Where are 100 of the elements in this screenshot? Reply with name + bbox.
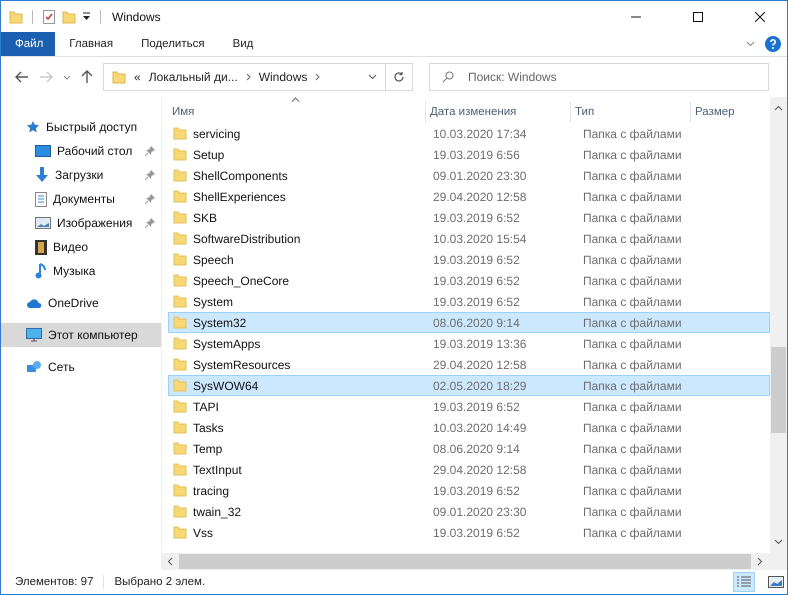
date-cell-text: 10.03.2020 15:54 — [432, 232, 528, 246]
scroll-down-icon[interactable] — [774, 539, 783, 545]
file-row[interactable]: SystemApps 19.03.2019 13:36 Папка с файлами — [168, 333, 770, 354]
desktop-icon — [35, 144, 51, 158]
search-field[interactable]: Поиск: Windows — [429, 63, 769, 91]
file-row[interactable]: Vss 19.03.2019 6:52 Папка с файлами — [168, 522, 770, 543]
folder-icon — [173, 190, 187, 203]
properties-icon[interactable] — [42, 8, 56, 24]
file-row[interactable]: Speech_OneCore 19.03.2019 6:52 Папка с файлами — [168, 270, 770, 291]
sidebar-item[interactable]: Этот компьютер — [1, 323, 161, 347]
ribbon-tab[interactable]: Файл — [1, 32, 56, 56]
file-name: System32 — [193, 316, 246, 330]
breadcrumb-overflow[interactable]: « — [134, 70, 141, 84]
file-name: SKB — [193, 210, 218, 224]
sidebar-item[interactable]: Музыка — [1, 259, 161, 283]
type-cell-text: Папка с файлами — [582, 358, 683, 372]
file-name: tracing — [193, 484, 230, 498]
refresh-button[interactable] — [385, 63, 413, 91]
details-view-button[interactable] — [733, 572, 755, 592]
file-name: Speech_OneCore — [193, 274, 290, 288]
file-name: twain_32 — [193, 504, 242, 518]
folder-icon — [173, 211, 187, 224]
file-row[interactable]: SysWOW64 02.05.2020 18:29 Папка с файлами — [168, 375, 770, 396]
window-title: Windows — [112, 10, 161, 24]
file-row[interactable]: Setup 19.03.2019 6:56 Папка с файлами — [168, 144, 770, 165]
chevron-down-icon[interactable] — [368, 74, 377, 80]
file-row[interactable]: ShellComponents 09.01.2020 23:30 Папка с файлами — [168, 165, 770, 186]
file-row[interactable]: System 19.03.2019 6:52 Папка с файлами — [168, 291, 770, 312]
cloud-icon — [26, 298, 42, 308]
file-row[interactable]: tracing 19.03.2019 6:52 Папка с файлами — [168, 480, 770, 501]
folder-icon — [173, 295, 187, 308]
type-cell-text: Папка с файлами — [582, 462, 683, 476]
sidebar-item[interactable]: Видео — [1, 235, 161, 259]
file-row[interactable]: Temp 08.06.2020 9:14 Папка с файлами — [168, 438, 770, 459]
up-arrow-icon[interactable] — [81, 70, 93, 84]
type-cell-text: Папка с файлами — [582, 504, 683, 518]
folder-icon — [173, 421, 187, 434]
file-row[interactable]: servicing 10.03.2020 17:34 Папка с файлами — [168, 123, 770, 144]
file-row[interactable]: Speech 19.03.2019 6:52 Папка с файлами — [168, 249, 770, 270]
scrollbar-thumb[interactable] — [771, 347, 786, 433]
column-header[interactable]: Имя — [170, 101, 425, 123]
folder-icon — [173, 253, 187, 266]
back-arrow-icon[interactable] — [15, 71, 29, 83]
file-row[interactable]: twain_32 09.01.2020 23:30 Папка с файлами — [168, 501, 770, 522]
chevron-down-icon[interactable] — [746, 41, 755, 47]
star-icon — [26, 120, 40, 134]
file-row[interactable]: Tasks 10.03.2020 14:49 Папка с файлами — [168, 417, 770, 438]
scroll-left-icon[interactable] — [167, 557, 173, 566]
sidebar-item[interactable]: OneDrive — [1, 291, 161, 315]
file-row[interactable]: TAPI 19.03.2019 6:52 Папка с файлами — [168, 396, 770, 417]
picture-icon — [35, 217, 51, 229]
sidebar-item[interactable]: Рабочий стол — [1, 139, 161, 163]
selection-count: Выбрано 2 элем. — [114, 576, 206, 588]
file-row[interactable]: SKB 19.03.2019 6:52 Папка с файлами — [168, 207, 770, 228]
file-name: ShellComponents — [193, 168, 288, 182]
chevron-right-icon[interactable] — [246, 73, 251, 81]
sidebar-item[interactable]: Сеть — [1, 355, 161, 379]
type-cell-text: Папка с файлами — [582, 274, 683, 288]
breadcrumb-item[interactable]: Windows — [258, 70, 308, 84]
file-name: Speech — [193, 252, 234, 266]
sidebar-item[interactable]: Загрузки — [1, 163, 161, 187]
scroll-up-icon[interactable] — [774, 105, 783, 111]
sidebar-item[interactable]: Изображения — [1, 211, 161, 235]
file-row[interactable]: SoftwareDistribution 10.03.2020 15:54 Папка с файлами — [168, 228, 770, 249]
scrollbar-thumb[interactable] — [179, 554, 751, 569]
folder-icon — [173, 400, 187, 413]
folder-icon — [112, 70, 126, 84]
folder-icon — [173, 505, 187, 518]
column-header[interactable]: Тип — [570, 101, 690, 123]
type-cell-text: Папка с файлами — [582, 526, 683, 540]
search-icon — [442, 71, 454, 83]
download-arrow-icon — [35, 167, 49, 183]
date-cell-text: 19.03.2019 6:52 — [432, 526, 521, 540]
date-cell-text: 19.03.2019 6:56 — [432, 148, 521, 162]
network-icon — [26, 360, 42, 374]
file-row[interactable]: System32 08.06.2020 9:14 Папка с файлами — [168, 312, 770, 333]
maximize-icon[interactable] — [693, 12, 703, 22]
ribbon-tab[interactable]: Вид — [218, 32, 268, 56]
sidebar-item[interactable]: Быстрый доступ — [1, 115, 161, 139]
ribbon-tab[interactable]: Главная — [55, 32, 128, 56]
chevron-right-icon[interactable] — [315, 73, 320, 81]
ribbon-tab[interactable]: Поделиться — [127, 32, 219, 56]
file-row[interactable]: TextInput 29.04.2020 12:58 Папка с файлами — [168, 459, 770, 480]
type-cell-text: Папка с файлами — [582, 168, 683, 182]
chevron-down-icon[interactable] — [63, 74, 71, 80]
date-cell-text: 19.03.2019 6:52 — [432, 210, 521, 224]
file-row[interactable]: SystemResources 29.04.2020 12:58 Папка с файлами — [168, 354, 770, 375]
help-icon[interactable] — [765, 36, 781, 52]
close-icon[interactable] — [755, 12, 765, 22]
breadcrumb-item[interactable]: Локальный ди... — [148, 70, 238, 84]
scroll-right-icon[interactable] — [757, 557, 763, 566]
dropdown-icon[interactable] — [82, 12, 91, 21]
file-name: ShellExperiences — [193, 190, 286, 204]
file-row[interactable]: ShellExperiences 29.04.2020 12:58 Папка с файлами — [168, 186, 770, 207]
column-header[interactable]: Дата изменения — [425, 101, 570, 123]
column-header[interactable]: Размер — [690, 101, 760, 123]
date-cell-text: 19.03.2019 6:52 — [432, 294, 521, 308]
sidebar-item[interactable]: Документы — [1, 187, 161, 211]
address-bar[interactable]: « Локальный ди... Windows — [103, 63, 386, 91]
file-name: TextInput — [193, 462, 242, 476]
